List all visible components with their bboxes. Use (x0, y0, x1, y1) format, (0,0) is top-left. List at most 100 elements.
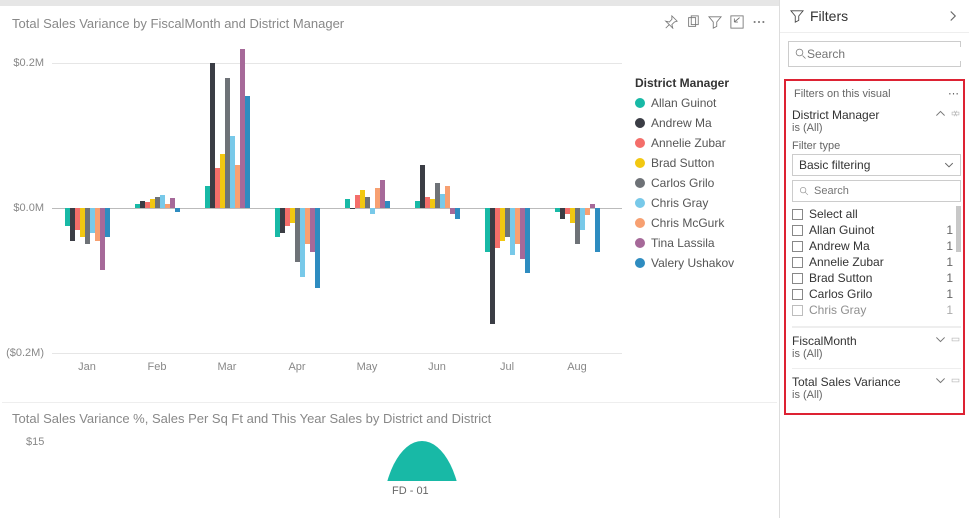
filter-icon[interactable] (705, 12, 725, 32)
legend-swatch (635, 218, 645, 228)
filter-field-name: District Manager (792, 108, 935, 122)
filter-value-row[interactable]: Select all (792, 206, 961, 222)
x-axis-label: Feb (122, 361, 192, 373)
secondary-chart-title: Total Sales Variance %, Sales Per Sq Ft … (12, 411, 767, 426)
checkbox[interactable] (792, 289, 803, 300)
chart-bar[interactable] (445, 186, 450, 208)
more-options-icon[interactable]: ⋯ (948, 87, 959, 100)
filter-value-label: Select all (809, 207, 858, 221)
more-options-icon[interactable] (749, 12, 769, 32)
clear-filter-icon[interactable] (950, 334, 961, 345)
filter-type-select[interactable]: Basic filtering (792, 154, 961, 176)
filter-values-search-input[interactable] (814, 185, 956, 197)
x-axis-label: Jan (52, 361, 122, 373)
filter-values-list: Select allAllan Guinot1Andrew Ma1Annelie… (792, 206, 961, 318)
chart-bar[interactable] (245, 96, 250, 208)
legend-item[interactable]: Allan Guinot (635, 96, 765, 110)
chart-bar[interactable] (365, 197, 370, 208)
y-axis-tick: ($0.2M) (2, 347, 48, 359)
legend-label: Valery Ushakov (651, 256, 734, 270)
filter-value-count: 1 (946, 239, 953, 253)
legend-item[interactable]: Carlos Grilo (635, 176, 765, 190)
focus-mode-icon[interactable] (727, 12, 747, 32)
filter-value-count: 1 (946, 287, 953, 301)
filter-value-count: 1 (946, 255, 953, 269)
x-axis-label: Jun (402, 361, 472, 373)
x-axis-label: Aug (542, 361, 612, 373)
filter-type-label: Filter type (792, 140, 961, 152)
filter-icon (790, 9, 804, 23)
chart-bar[interactable] (315, 208, 320, 288)
chevron-down-icon[interactable] (935, 334, 946, 345)
filters-pane: Filters Filters on this visual ⋯ Distric… (779, 0, 969, 518)
y-axis-tick: $0.2M (2, 57, 48, 69)
chevron-up-icon[interactable] (935, 108, 946, 119)
legend-swatch (635, 178, 645, 188)
legend-swatch (635, 258, 645, 268)
bubble-label: FD - 01 (392, 485, 429, 497)
legend-item[interactable]: Tina Lassila (635, 236, 765, 250)
search-icon (799, 186, 810, 197)
section-title: Filters on this visual (794, 88, 891, 100)
x-axis-label: Jul (472, 361, 542, 373)
clear-filter-icon[interactable] (950, 108, 961, 119)
filter-summary: is (All) (792, 122, 935, 134)
filter-value-row[interactable]: Annelie Zubar 1 (792, 254, 961, 270)
legend-swatch (635, 98, 645, 108)
checkbox[interactable] (792, 241, 803, 252)
x-axis-label: Apr (262, 361, 332, 373)
legend-label: Andrew Ma (651, 116, 712, 130)
filter-type-value: Basic filtering (799, 158, 870, 172)
chart-bar[interactable] (585, 208, 590, 215)
filter-summary: is (All) (792, 389, 935, 401)
filter-values-search[interactable] (792, 180, 961, 202)
filters-search[interactable] (788, 41, 961, 67)
chart-legend: District Manager Allan GuinotAndrew MaAn… (635, 76, 765, 276)
filter-card-fiscalmonth: FiscalMonth is (All) (792, 327, 961, 368)
chart-bar[interactable] (455, 208, 460, 219)
legend-item[interactable]: Annelie Zubar (635, 136, 765, 150)
y-axis-tick: $0.0M (2, 202, 48, 214)
pin-icon[interactable] (661, 12, 681, 32)
secondary-visual: Total Sales Variance %, Sales Per Sq Ft … (2, 403, 777, 456)
chevron-right-icon[interactable] (947, 10, 959, 22)
legend-item[interactable]: Andrew Ma (635, 116, 765, 130)
chart-bar[interactable] (350, 208, 355, 209)
filter-value-row[interactable]: Carlos Grilo1 (792, 286, 961, 302)
chart-bar[interactable] (345, 199, 350, 208)
legend-swatch (635, 138, 645, 148)
chart-bar[interactable] (370, 208, 375, 214)
checkbox[interactable] (792, 273, 803, 284)
chart-bar[interactable] (595, 208, 600, 252)
filter-value-row[interactable]: Brad Sutton1 (792, 270, 961, 286)
legend-item[interactable]: Brad Sutton (635, 156, 765, 170)
checkbox[interactable] (792, 225, 803, 236)
chart-bar[interactable] (385, 201, 390, 208)
legend-label: Brad Sutton (651, 156, 714, 170)
chart-bar[interactable] (175, 208, 180, 212)
filters-search-input[interactable] (807, 47, 962, 61)
chart-bar[interactable] (170, 198, 175, 208)
filter-value-row[interactable]: Chris Gray1 (792, 302, 961, 318)
visual-toolbar (661, 12, 769, 32)
chart-bar[interactable] (105, 208, 110, 237)
chevron-down-icon[interactable] (935, 375, 946, 386)
chart-bar[interactable] (525, 208, 530, 273)
checkbox[interactable] (792, 305, 803, 316)
legend-label: Chris Gray (651, 196, 708, 210)
filter-field-name: FiscalMonth (792, 334, 935, 348)
filter-value-row[interactable]: Andrew Ma1 (792, 238, 961, 254)
checkbox[interactable] (792, 257, 803, 268)
legend-label: Chris McGurk (651, 216, 724, 230)
filter-value-row[interactable]: Allan Guinot1 (792, 222, 961, 238)
copy-icon[interactable] (683, 12, 703, 32)
legend-item[interactable]: Valery Ushakov (635, 256, 765, 270)
legend-item[interactable]: Chris McGurk (635, 216, 765, 230)
chevron-down-icon (944, 160, 954, 170)
filter-value-label: Annelie Zubar (809, 255, 884, 269)
secondary-axis-tick: $15 (26, 436, 767, 448)
legend-item[interactable]: Chris Gray (635, 196, 765, 210)
bubble-marker[interactable] (382, 441, 462, 521)
clear-filter-icon[interactable] (950, 375, 961, 386)
checkbox[interactable] (792, 209, 803, 220)
